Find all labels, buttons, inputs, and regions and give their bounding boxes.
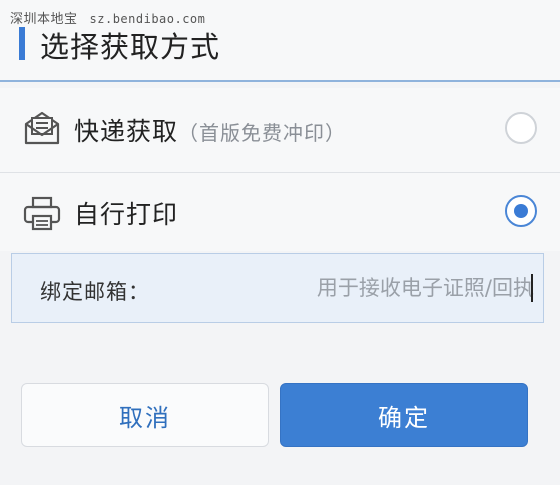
watermark-domain: sz.bendibao.com [89, 12, 206, 26]
watermark: 深圳本地宝 sz.bendibao.com [10, 8, 205, 27]
option-express-note: （首版免费冲印） [178, 121, 347, 145]
email-row: 绑定邮箱： [11, 253, 544, 323]
email-input[interactable] [212, 268, 538, 308]
watermark-brand: 深圳本地宝 [10, 12, 78, 27]
option-express-label: 快递获取 [74, 117, 179, 146]
cancel-button[interactable]: 取消 [21, 383, 269, 447]
dialog-title: 选择获取方式 [40, 30, 221, 64]
option-express[interactable]: 快递获取（首版免费冲印） [0, 88, 560, 173]
text-caret [531, 274, 533, 302]
option-self-print[interactable]: 自行打印 [0, 173, 560, 251]
printer-icon [22, 193, 62, 233]
title-accent-bar [19, 27, 25, 60]
confirm-button[interactable]: 确定 [280, 383, 528, 447]
radio-self-print[interactable] [505, 195, 537, 227]
envelope-icon [22, 108, 62, 148]
radio-express[interactable] [505, 112, 537, 144]
option-self-print-label: 自行打印 [74, 200, 179, 229]
radio-selected-dot [514, 204, 528, 218]
email-label: 绑定邮箱： [40, 280, 150, 304]
